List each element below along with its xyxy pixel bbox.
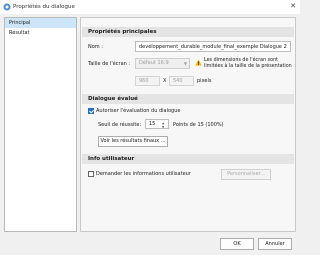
screen-size-select: Défaut 16:9 ▼ [135, 58, 190, 69]
sidebar-item-principal[interactable]: Principal [5, 18, 76, 28]
cancel-button[interactable]: Annuler [258, 238, 292, 250]
threshold-label: Seuil de réussite: [98, 122, 142, 128]
allow-evaluation-label: Autoriser l'évaluation du dialogue [96, 108, 181, 114]
threshold-value: 15 [149, 121, 156, 127]
sidebar: Principal Résultat [4, 17, 77, 232]
ask-user-info-checkbox[interactable] [88, 171, 94, 177]
window-title: Propriétés du dialogue [13, 4, 75, 10]
allow-evaluation-checkbox[interactable] [88, 108, 94, 114]
title-bar: Propriétés du dialogue ✕ [0, 0, 300, 14]
warning-icon [195, 59, 202, 66]
main-panel: Propriétés principales Nom : developpeme… [80, 17, 296, 232]
chevron-down-icon[interactable]: ▼ [162, 123, 164, 128]
section-header-evaluated: Dialogue évalué [82, 94, 294, 104]
stepper-arrows[interactable]: ▲ ▼ [162, 120, 166, 128]
ask-user-info-label: Demander les informations utilisateur [96, 171, 191, 177]
chevron-down-icon: ▼ [183, 61, 187, 66]
sidebar-item-resultat[interactable]: Résultat [5, 28, 76, 38]
screen-size-selected: Défaut 16:9 [139, 60, 169, 66]
section-header-user-info: Info utilisateur [82, 154, 294, 164]
size-separator: X [163, 78, 167, 84]
ok-button[interactable]: OK [220, 238, 254, 250]
threshold-suffix: Points de 15 (100%) [173, 122, 224, 128]
app-icon [3, 3, 11, 11]
width-input: 960 [135, 76, 160, 86]
screen-size-label: Taille de l'écran : [88, 61, 131, 67]
pixels-label: pixels [197, 78, 212, 84]
name-input[interactable]: developpement_durable_module_final_exemp… [135, 41, 291, 52]
close-icon[interactable]: ✕ [290, 2, 296, 10]
screen-size-warning: Les dimensions de l'écran sont limitées … [204, 58, 292, 69]
threshold-stepper[interactable]: 15 ▲ ▼ [145, 119, 169, 129]
name-label: Nom : [88, 44, 103, 50]
section-header-principal: Propriétés principales [82, 27, 294, 37]
view-results-button[interactable]: Voir les résultats finaux ... [98, 136, 168, 147]
height-input: 540 [169, 76, 194, 86]
customize-button: Personnaliser... [221, 169, 271, 180]
